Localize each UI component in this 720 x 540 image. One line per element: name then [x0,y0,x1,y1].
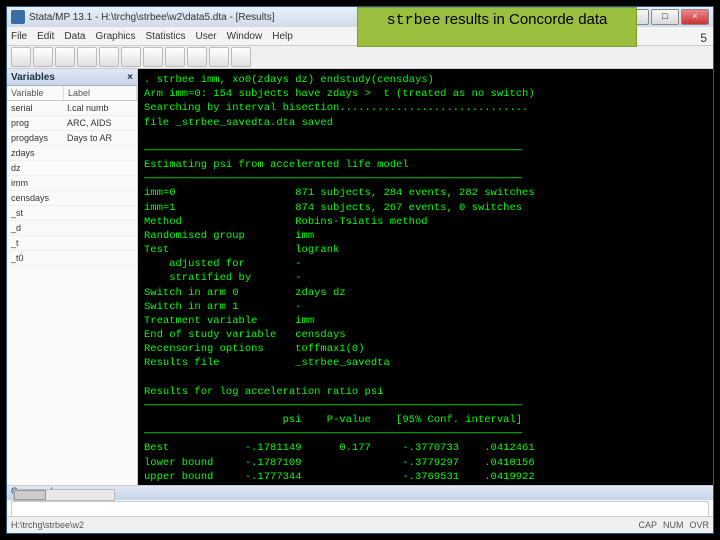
app-icon [11,10,25,24]
tool-dofile-icon[interactable] [143,47,163,67]
tool-log-icon[interactable] [77,47,97,67]
variable-row[interactable]: zdays [7,146,137,161]
command-input[interactable] [11,501,709,517]
toolbar [7,46,713,69]
horizontal-scrollbar[interactable] [13,489,115,501]
status-num: NUM [663,520,684,530]
tool-data-editor-icon[interactable] [165,47,185,67]
variable-row[interactable]: _t0 [7,251,137,266]
maximize-button[interactable]: □ [651,9,679,25]
var-col-label[interactable]: Label [64,86,137,100]
variables-header: Variables [11,72,55,83]
tool-break-icon[interactable] [231,47,251,67]
var-col-variable[interactable]: Variable [7,86,64,100]
pane-close-icon[interactable]: × [127,72,133,83]
variable-row[interactable]: _d [7,221,137,236]
variables-pane: Variables × Variable Label serialI.cal nu… [7,69,138,485]
variable-row[interactable]: _t [7,236,137,251]
status-path: H:\trchg\strbee\w2 [11,520,84,530]
menu-user[interactable]: User [196,31,217,42]
variable-row[interactable]: serialI.cal numb [7,101,137,116]
menu-file[interactable]: File [11,31,27,42]
variable-row[interactable]: censdays [7,191,137,206]
status-ovr: OVR [689,520,709,530]
status-cap: CAP [638,520,657,530]
variable-row[interactable]: imm [7,176,137,191]
page-number: 5 [700,31,707,45]
variable-row[interactable]: progdaysDays to AR [7,131,137,146]
tool-graph-icon[interactable] [121,47,141,67]
variable-row[interactable]: progARC, AIDS [7,116,137,131]
tool-data-browser-icon[interactable] [187,47,207,67]
tool-print-icon[interactable] [55,47,75,67]
tool-viewer-icon[interactable] [99,47,119,67]
tool-open-icon[interactable] [11,47,31,67]
tool-save-icon[interactable] [33,47,53,67]
statusbar: H:\trchg\strbee\w2 CAP NUM OVR [7,516,713,533]
variable-row[interactable]: dz [7,161,137,176]
variable-row[interactable]: _st [7,206,137,221]
close-button[interactable]: × [681,9,709,25]
menu-help[interactable]: Help [272,31,293,42]
menu-graphics[interactable]: Graphics [95,31,135,42]
results-output: . strbee imm, xo0(zdays dz) endstudy(cen… [138,69,713,485]
menu-edit[interactable]: Edit [37,31,54,42]
menu-statistics[interactable]: Statistics [146,31,186,42]
menu-window[interactable]: Window [227,31,263,42]
tool-more-icon[interactable] [209,47,229,67]
menu-data[interactable]: Data [64,31,85,42]
slide-title: strbee results in Concorde data [357,7,637,47]
